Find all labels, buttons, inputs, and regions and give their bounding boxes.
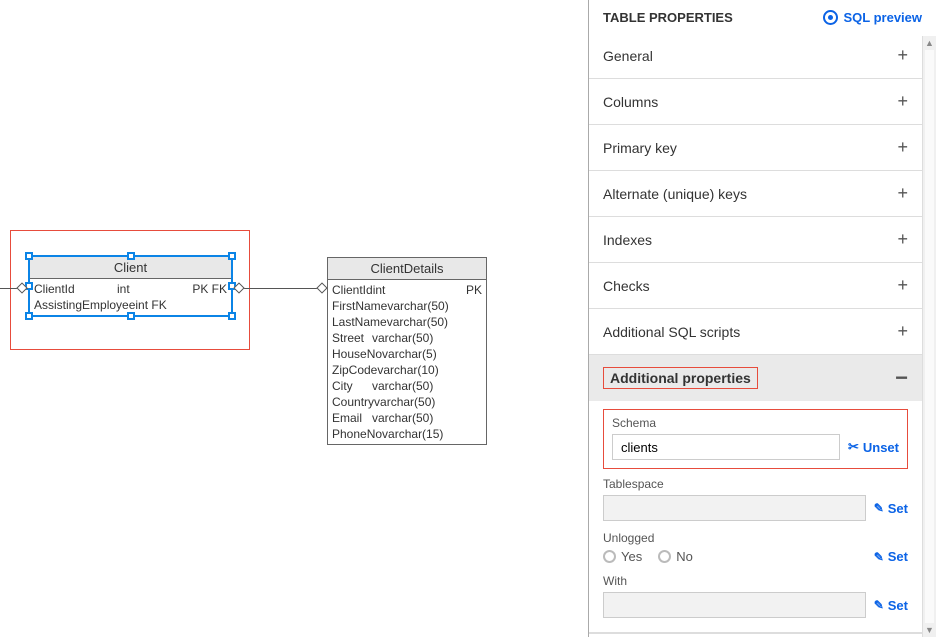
- resize-handle[interactable]: [228, 312, 236, 320]
- table-row: Emailvarchar(50): [332, 410, 482, 426]
- target-icon: [823, 10, 838, 25]
- expand-icon: +: [897, 183, 908, 204]
- section-additional-properties[interactable]: Additional properties −: [589, 355, 922, 401]
- with-input[interactable]: [603, 592, 866, 618]
- section-primary-key[interactable]: Primary key+: [589, 125, 922, 170]
- er-canvas[interactable]: Client ClientId int PK FK AssistingEmplo…: [0, 0, 588, 637]
- table-row: ClientId int PK FK: [34, 281, 227, 297]
- collapse-icon: −: [895, 373, 908, 383]
- table-row: Countryvarchar(50): [332, 394, 482, 410]
- additional-properties-body: Schema ✂Unset Tablespace ✎Set Unlogged: [589, 401, 922, 632]
- expand-icon: +: [897, 91, 908, 112]
- scissors-icon: ✂: [848, 439, 859, 455]
- table-row: PhoneNovarchar(15): [332, 426, 482, 442]
- expand-icon: +: [897, 137, 908, 158]
- schema-input[interactable]: [612, 434, 840, 460]
- schema-label: Schema: [612, 416, 899, 430]
- expand-icon: +: [897, 321, 908, 342]
- table-columns: ClientId int PK FK AssistingEmployee int…: [30, 279, 231, 315]
- expand-icon: +: [897, 275, 908, 296]
- table-row: Cityvarchar(50): [332, 378, 482, 394]
- scroll-down-icon[interactable]: ▼: [923, 623, 936, 637]
- section-additional-sql[interactable]: Additional SQL scripts+: [589, 309, 922, 354]
- scrollbar[interactable]: ▲ ▼: [922, 36, 936, 637]
- unset-button[interactable]: ✂Unset: [848, 439, 899, 455]
- tablespace-label: Tablespace: [603, 477, 908, 491]
- section-checks[interactable]: Checks+: [589, 263, 922, 308]
- table-row: FirstNamevarchar(50): [332, 298, 482, 314]
- table-client[interactable]: Client ClientId int PK FK AssistingEmplo…: [28, 255, 233, 317]
- table-row: ZipCodevarchar(10): [332, 362, 482, 378]
- table-row: ClientIdintPK: [332, 282, 482, 298]
- panel-title: TABLE PROPERTIES: [603, 10, 733, 25]
- table-row: AssistingEmployee int FK: [34, 297, 227, 313]
- unlogged-yes[interactable]: Yes: [603, 549, 642, 564]
- panel-scroll[interactable]: General+ Columns+ Primary key+ Alternate…: [589, 33, 936, 637]
- scroll-up-icon[interactable]: ▲: [923, 36, 936, 50]
- schema-highlight: Schema ✂Unset: [603, 409, 908, 469]
- pencil-icon: ✎: [874, 598, 884, 612]
- resize-handle[interactable]: [25, 252, 33, 260]
- resize-handle[interactable]: [228, 252, 236, 260]
- table-title: Client: [30, 257, 231, 279]
- resize-handle[interactable]: [25, 312, 33, 320]
- resize-handle[interactable]: [127, 312, 135, 320]
- expand-icon: +: [897, 229, 908, 250]
- table-columns: ClientIdintPK FirstNamevarchar(50) LastN…: [328, 280, 486, 444]
- section-columns[interactable]: Columns+: [589, 79, 922, 124]
- with-label: With: [603, 574, 908, 588]
- section-indexes[interactable]: Indexes+: [589, 217, 922, 262]
- scrollbar-thumb[interactable]: [925, 50, 934, 623]
- set-button[interactable]: ✎Set: [874, 501, 908, 516]
- relationship-line[interactable]: [234, 288, 327, 289]
- set-button[interactable]: ✎Set: [874, 549, 908, 564]
- table-row: Streetvarchar(50): [332, 330, 482, 346]
- resize-handle[interactable]: [127, 252, 135, 260]
- section-alternate-keys[interactable]: Alternate (unique) keys+: [589, 171, 922, 216]
- table-row: LastNamevarchar(50): [332, 314, 482, 330]
- sql-preview-button[interactable]: SQL preview: [823, 10, 922, 25]
- radio-icon: [603, 550, 616, 563]
- expand-icon: +: [897, 45, 908, 66]
- radio-icon: [658, 550, 671, 563]
- unlogged-label: Unlogged: [603, 531, 908, 545]
- table-clientdetails[interactable]: ClientDetails ClientIdintPK FirstNamevar…: [327, 257, 487, 445]
- panel-header: TABLE PROPERTIES SQL preview: [589, 0, 936, 33]
- table-title: ClientDetails: [328, 258, 486, 280]
- pencil-icon: ✎: [874, 501, 884, 515]
- unlogged-no[interactable]: No: [658, 549, 693, 564]
- tablespace-input[interactable]: [603, 495, 866, 521]
- set-button[interactable]: ✎Set: [874, 598, 908, 613]
- relationship-end-icon: [316, 282, 327, 293]
- pencil-icon: ✎: [874, 550, 884, 564]
- table-row: HouseNovarchar(5): [332, 346, 482, 362]
- section-general[interactable]: General+: [589, 33, 922, 78]
- properties-panel: TABLE PROPERTIES SQL preview General+ Co…: [588, 0, 936, 637]
